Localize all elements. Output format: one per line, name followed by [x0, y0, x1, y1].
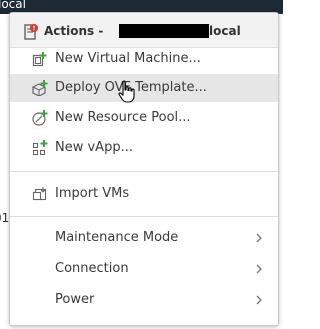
resource-pool-icon [32, 110, 48, 126]
menu-item-label: Connection [55, 261, 129, 276]
menu-item-new-vapp[interactable]: New vApp... [10, 134, 278, 162]
background-left-text: 01 [0, 211, 10, 225]
menu-item-import-vms[interactable]: Import VMs [10, 180, 278, 208]
menu-item-label: New vApp... [55, 140, 133, 155]
menu-header: Actions - local [10, 13, 278, 48]
background-top-bar-text: local [0, 0, 26, 11]
menu-item-label: Maintenance Mode [55, 230, 179, 245]
menu-item-power[interactable]: Power [10, 286, 278, 314]
menu-item-label: Power [55, 292, 95, 307]
menu-item-connection[interactable]: Connection [10, 255, 278, 283]
chevron-right-icon [256, 264, 262, 274]
menu-item-label: Import VMs [55, 186, 130, 201]
import-vms-icon [32, 187, 47, 201]
hand-pointer-cursor-icon [118, 80, 135, 103]
menu-header-title: Actions - [44, 24, 104, 38]
menu-item-maintenance-mode[interactable]: Maintenance Mode [10, 224, 278, 252]
menu-item-new-resource-pool[interactable]: New Resource Pool... [10, 104, 278, 132]
chevron-right-icon [256, 233, 262, 243]
menu-item-label: New Resource Pool... [55, 110, 191, 125]
new-vm-icon [32, 52, 47, 67]
redacted-host-name [119, 24, 209, 38]
menu-item-deploy-ovf-template[interactable]: Deploy OVF Template... [10, 74, 278, 102]
menu-divider [10, 171, 278, 172]
screen: local 01 Actions - local [0, 0, 283, 329]
menu-header-suffix: local [209, 24, 241, 38]
actions-context-menu: Actions - local New Virtual Machine... D… [9, 12, 279, 326]
vapp-icon [32, 140, 48, 156]
menu-item-label: New Virtual Machine... [55, 51, 201, 66]
host-alert-icon [24, 24, 38, 40]
chevron-right-icon [256, 295, 262, 305]
menu-item-new-virtual-machine[interactable]: New Virtual Machine... [10, 45, 278, 73]
menu-divider [10, 216, 278, 217]
deploy-ovf-icon [32, 80, 48, 96]
